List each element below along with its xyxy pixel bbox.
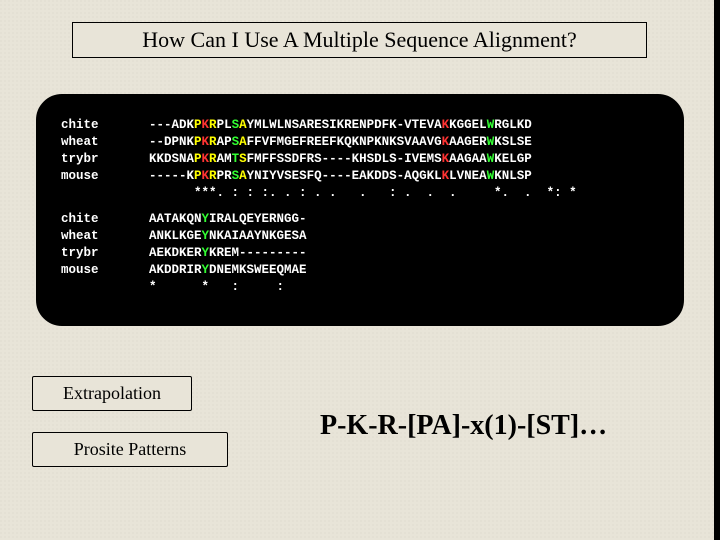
sequence-text: -----KPKRPRSAYNIYVSESFQ----EAKDDS-AQGKLK… <box>149 168 532 185</box>
sequence-label: mouse <box>61 262 149 279</box>
extrapolation-label: Extrapolation <box>32 376 192 411</box>
alignment-panel: chite---ADKPKRPLSAYMLWLNSARESIKRENPDFK-V… <box>36 94 684 326</box>
slide-right-edge <box>714 0 720 540</box>
extrapolation-text: Extrapolation <box>63 383 161 403</box>
sequence-text: AEKDKERYKREM--------- <box>149 245 307 262</box>
consensus-text: * * : : <box>149 279 299 296</box>
alignment-row: wheat--DPNKPKRAPSAFFVFMGEFREEFKQKNPKNKSV… <box>61 134 659 151</box>
prosite-text: Prosite Patterns <box>74 439 187 459</box>
slide-title: How Can I Use A Multiple Sequence Alignm… <box>72 22 647 58</box>
consensus-row: * * : : <box>61 279 659 296</box>
sequence-label: chite <box>61 211 149 228</box>
alignment-row: mouse-----KPKRPRSAYNIYVSESFQ----EAKDDS-A… <box>61 168 659 185</box>
consensus-text: ***. : : :. . : . . . : . . . *. . *: * <box>149 185 577 202</box>
sequence-label: trybr <box>61 151 149 168</box>
sequence-text: KKDSNAPKRAMTSFMFFSSDFRS----KHSDLS-IVEMSK… <box>149 151 532 168</box>
alignment-row: chite---ADKPKRPLSAYMLWLNSARESIKRENPDFK-V… <box>61 117 659 134</box>
sequence-label: trybr <box>61 245 149 262</box>
sequence-text: --DPNKPKRAPSAFFVFMGEFREEFKQKNPKNKSVAAVGK… <box>149 134 532 151</box>
alignment-row: mouseAKDDRIRYDNEMKSWEEQMAE <box>61 262 659 279</box>
alignment-row: trybrAEKDKERYKREM--------- <box>61 245 659 262</box>
sequence-text: ANKLKGEYNKAIAAYNKGESA <box>149 228 307 245</box>
sequence-label: mouse <box>61 168 149 185</box>
prosite-pattern: P-K-R-[PA]-x(1)-[ST]… <box>320 410 607 442</box>
sequence-label: chite <box>61 117 149 134</box>
sequence-label: wheat <box>61 134 149 151</box>
prosite-label: Prosite Patterns <box>32 432 228 467</box>
alignment-row: chiteAATAKQNYIRALQEYERNGG- <box>61 211 659 228</box>
alignment-row: wheatANKLKGEYNKAIAAYNKGESA <box>61 228 659 245</box>
sequence-text: AKDDRIRYDNEMKSWEEQMAE <box>149 262 307 279</box>
alignment-row: trybrKKDSNAPKRAMTSFMFFSSDFRS----KHSDLS-I… <box>61 151 659 168</box>
sequence-text: ---ADKPKRPLSAYMLWLNSARESIKRENPDFK-VTEVAK… <box>149 117 532 134</box>
sequence-text: AATAKQNYIRALQEYERNGG- <box>149 211 307 228</box>
consensus-row: ***. : : :. . : . . . : . . . *. . *: * <box>61 185 659 202</box>
prosite-pattern-text: P-K-R-[PA]-x(1)-[ST]… <box>320 410 607 441</box>
sequence-label: wheat <box>61 228 149 245</box>
slide-title-text: How Can I Use A Multiple Sequence Alignm… <box>142 27 576 52</box>
